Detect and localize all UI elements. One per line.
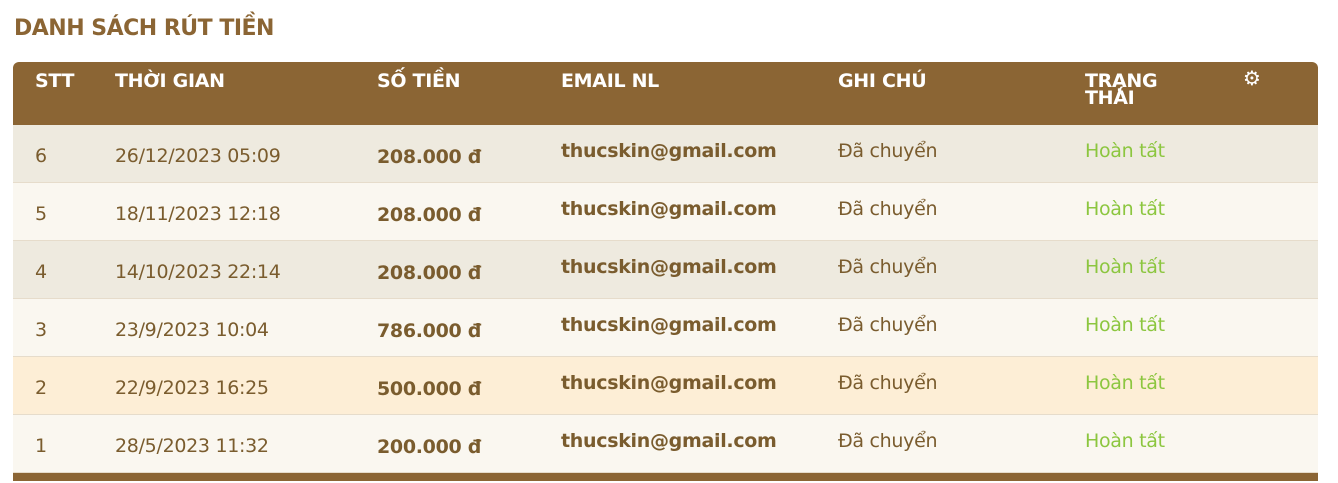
amount-cell: 500.000 đ bbox=[377, 378, 482, 400]
email-cell: thucskin@gmail.com bbox=[561, 256, 777, 278]
email-cell: thucskin@gmail.com bbox=[561, 372, 777, 394]
table-row: 6 26/12/2023 05:09 208.000 đ thucskin@gmail… bbox=[13, 125, 1318, 183]
table-row: 4 14/10/2023 22:14 208.000 đ thucskin@gmail… bbox=[13, 241, 1318, 299]
amount-cell: 208.000 đ bbox=[377, 262, 482, 284]
time-cell: 18/11/2023 12:18 bbox=[115, 203, 281, 225]
page-title: DANH SÁCH RÚT TIỀN bbox=[14, 16, 274, 41]
time-cell: 22/9/2023 16:25 bbox=[115, 377, 269, 399]
status-cell: Hoàn tất bbox=[1085, 256, 1165, 278]
time-cell: 14/10/2023 22:14 bbox=[115, 261, 281, 283]
time-cell: 23/9/2023 10:04 bbox=[115, 319, 269, 341]
email-cell: thucskin@gmail.com bbox=[561, 314, 777, 336]
status-cell: Hoàn tất bbox=[1085, 198, 1165, 220]
gear-icon[interactable]: ⚙ bbox=[1243, 68, 1261, 88]
note-cell: Đã chuyển bbox=[838, 256, 938, 278]
status-cell: Hoàn tất bbox=[1085, 372, 1165, 394]
col-status: TRẠNG THÁI bbox=[1085, 70, 1158, 109]
table-row: 2 22/9/2023 16:25 500.000 đ thucskin@gmail.… bbox=[13, 357, 1318, 415]
status-cell: Hoàn tất bbox=[1085, 430, 1165, 452]
table-header: STT THỜI GIAN SỐ TIỀN EMAIL NL GHI CHÚ T… bbox=[13, 62, 1318, 125]
col-amount: SỐ TIỀN bbox=[377, 70, 461, 92]
status-cell: Hoàn tất bbox=[1085, 140, 1165, 162]
col-note: GHI CHÚ bbox=[838, 70, 927, 92]
time-cell: 26/12/2023 05:09 bbox=[115, 145, 281, 167]
col-email: EMAIL NL bbox=[561, 70, 659, 92]
note-cell: Đã chuyển bbox=[838, 372, 938, 394]
note-cell: Đã chuyển bbox=[838, 140, 938, 162]
stt-cell: 1 bbox=[35, 435, 47, 457]
col-stt: STT bbox=[35, 70, 75, 92]
stt-cell: 4 bbox=[35, 261, 47, 283]
amount-cell: 786.000 đ bbox=[377, 320, 482, 342]
col-time: THỜI GIAN bbox=[115, 70, 225, 92]
table-row: 5 18/11/2023 12:18 208.000 đ thucskin@gmail… bbox=[13, 183, 1318, 241]
time-cell: 28/5/2023 11:32 bbox=[115, 435, 269, 457]
stt-cell: 6 bbox=[35, 145, 47, 167]
note-cell: Đã chuyển bbox=[838, 314, 938, 336]
email-cell: thucskin@gmail.com bbox=[561, 140, 777, 162]
email-cell: thucskin@gmail.com bbox=[561, 430, 777, 452]
note-cell: Đã chuyển bbox=[838, 198, 938, 220]
amount-cell: 200.000 đ bbox=[377, 436, 482, 458]
stt-cell: 5 bbox=[35, 203, 47, 225]
email-cell: thucskin@gmail.com bbox=[561, 198, 777, 220]
amount-cell: 208.000 đ bbox=[377, 146, 482, 168]
amount-cell: 208.000 đ bbox=[377, 204, 482, 226]
table-row: 3 23/9/2023 10:04 786.000 đ thucskin@gmail.… bbox=[13, 299, 1318, 357]
status-cell: Hoàn tất bbox=[1085, 314, 1165, 336]
note-cell: Đã chuyển bbox=[838, 430, 938, 452]
table-row: 1 28/5/2023 11:32 200.000 đ thucskin@gmail.… bbox=[13, 415, 1318, 473]
withdrawal-table: STT THỜI GIAN SỐ TIỀN EMAIL NL GHI CHÚ T… bbox=[13, 62, 1318, 481]
stt-cell: 3 bbox=[35, 319, 47, 341]
stt-cell: 2 bbox=[35, 377, 47, 399]
